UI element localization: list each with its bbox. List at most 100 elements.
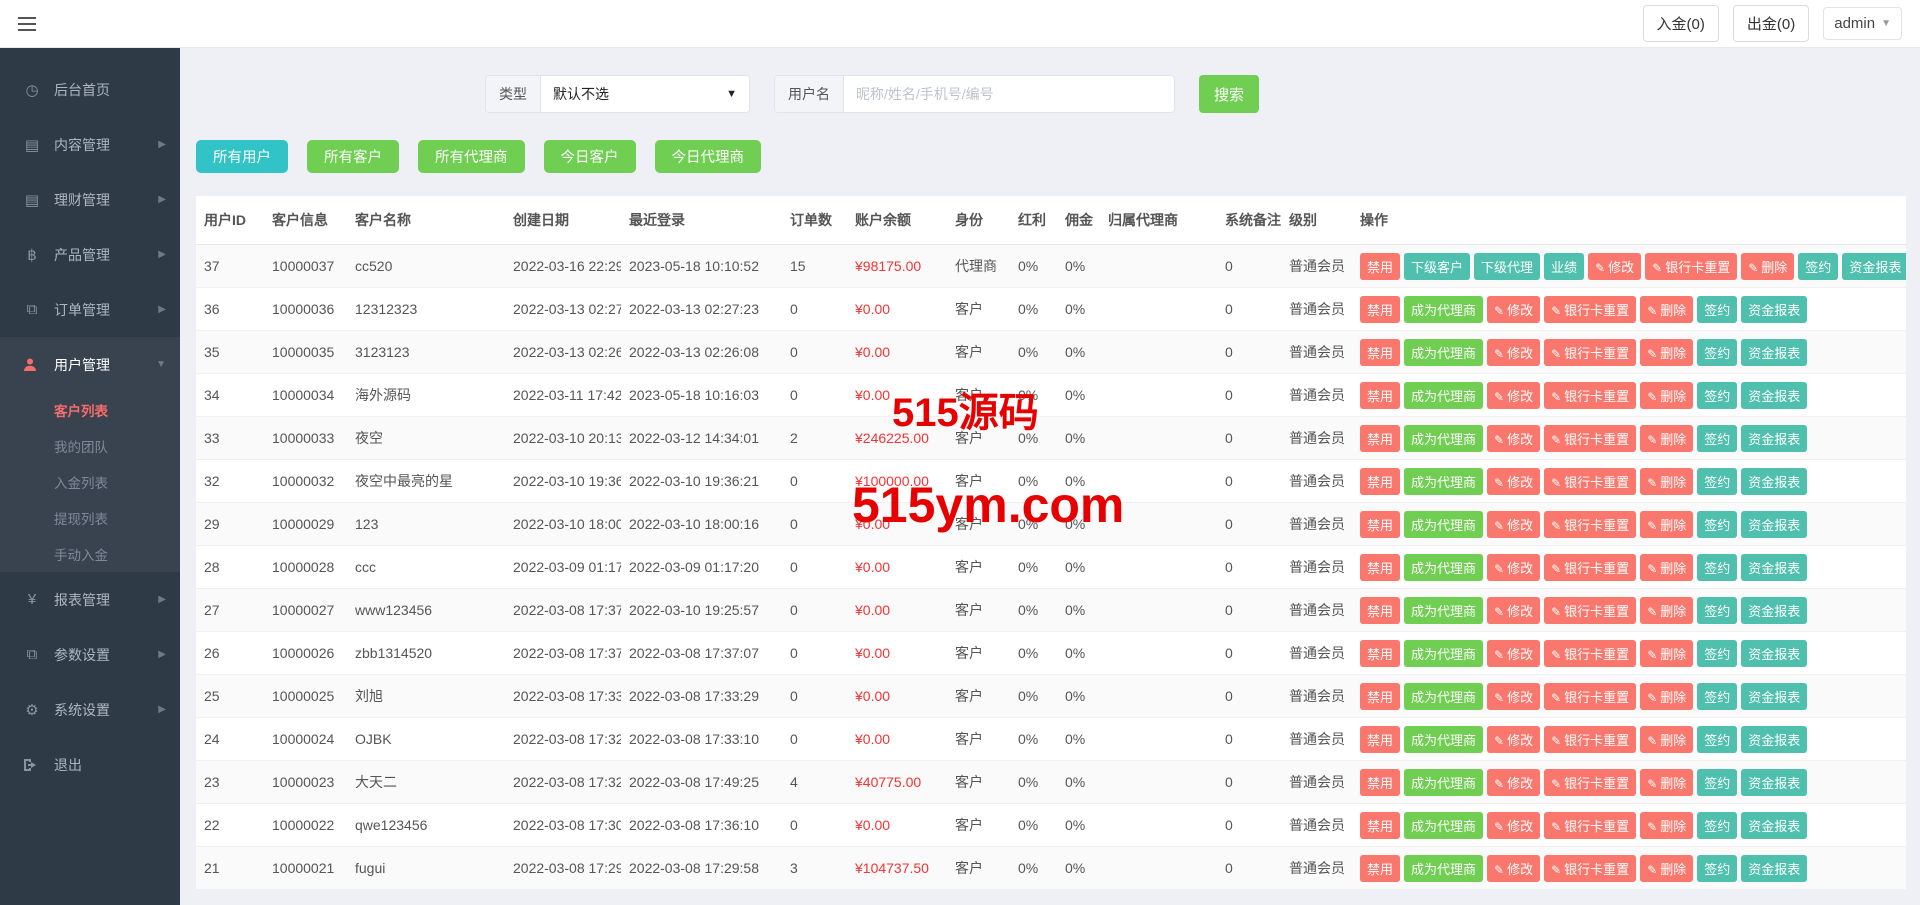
funds-report-button[interactable]: 资金报表 xyxy=(1741,339,1807,366)
quick-filter-button-0[interactable]: 所有用户 xyxy=(196,140,288,173)
funds-report-button[interactable]: 资金报表 xyxy=(1741,683,1807,710)
sign-button[interactable]: 签约 xyxy=(1697,339,1737,366)
bankcard-reset-button[interactable]: ✎银行卡重置 xyxy=(1544,726,1636,753)
delete-button[interactable]: ✎删除 xyxy=(1640,769,1693,796)
sign-button[interactable]: 签约 xyxy=(1697,769,1737,796)
username-input[interactable] xyxy=(844,76,1174,112)
quick-filter-button-1[interactable]: 所有客户 xyxy=(307,140,399,173)
bankcard-reset-button[interactable]: ✎银行卡重置 xyxy=(1544,683,1636,710)
funds-report-button[interactable]: 资金报表 xyxy=(1741,296,1807,323)
sign-button[interactable]: 签约 xyxy=(1697,382,1737,409)
become-agent-button[interactable]: 成为代理商 xyxy=(1404,296,1483,323)
sidebar-item-products[interactable]: ฿ 产品管理 ▶ xyxy=(0,227,180,282)
edit-button[interactable]: ✎修改 xyxy=(1487,382,1540,409)
become-agent-button[interactable]: 成为代理商 xyxy=(1404,769,1483,796)
disable-button[interactable]: 禁用 xyxy=(1360,554,1400,581)
delete-button[interactable]: ✎删除 xyxy=(1640,726,1693,753)
funds-report-button[interactable]: 资金报表 xyxy=(1741,726,1807,753)
funds-report-button[interactable]: 资金报表 xyxy=(1842,253,1906,280)
sidebar-item-users[interactable]: 用户管理 ▼ xyxy=(0,337,180,392)
sidebar-item-withdraw-list[interactable]: 提现列表 xyxy=(0,500,180,536)
sidebar-item-logout[interactable]: 退出 xyxy=(0,737,180,792)
become-agent-button[interactable]: 成为代理商 xyxy=(1404,597,1483,624)
disable-button[interactable]: 禁用 xyxy=(1360,425,1400,452)
bankcard-reset-button[interactable]: ✎银行卡重置 xyxy=(1544,769,1636,796)
sign-button[interactable]: 签约 xyxy=(1697,855,1737,882)
delete-button[interactable]: ✎删除 xyxy=(1640,640,1693,667)
bankcard-reset-button[interactable]: ✎银行卡重置 xyxy=(1544,640,1636,667)
delete-button[interactable]: ✎删除 xyxy=(1640,597,1693,624)
sidebar-item-client-list[interactable]: 客户列表 xyxy=(0,392,180,428)
bankcard-reset-button[interactable]: ✎银行卡重置 xyxy=(1645,253,1737,280)
edit-button[interactable]: ✎修改 xyxy=(1487,339,1540,366)
sign-button[interactable]: 签约 xyxy=(1697,726,1737,753)
sign-button[interactable]: 签约 xyxy=(1697,425,1737,452)
edit-button[interactable]: ✎修改 xyxy=(1487,640,1540,667)
type-select[interactable]: 默认不选 ▼ xyxy=(541,76,749,112)
bankcard-reset-button[interactable]: ✎银行卡重置 xyxy=(1544,468,1636,495)
bankcard-reset-button[interactable]: ✎银行卡重置 xyxy=(1544,425,1636,452)
admin-dropdown[interactable]: admin ▼ xyxy=(1823,7,1902,40)
sidebar-item-orders[interactable]: ⧉ 订单管理 ▶ xyxy=(0,282,180,337)
sign-button[interactable]: 签约 xyxy=(1697,597,1737,624)
sidebar-item-my-team[interactable]: 我的团队 xyxy=(0,428,180,464)
sidebar-item-manual-deposit[interactable]: 手动入金 xyxy=(0,536,180,572)
edit-button[interactable]: ✎修改 xyxy=(1487,769,1540,796)
edit-button[interactable]: ✎修改 xyxy=(1487,511,1540,538)
disable-button[interactable]: 禁用 xyxy=(1360,726,1400,753)
search-button[interactable]: 搜索 xyxy=(1199,75,1259,113)
sign-button[interactable]: 签约 xyxy=(1697,640,1737,667)
edit-button[interactable]: ✎修改 xyxy=(1487,425,1540,452)
disable-button[interactable]: 禁用 xyxy=(1360,683,1400,710)
funds-report-button[interactable]: 资金报表 xyxy=(1741,425,1807,452)
edit-button[interactable]: ✎修改 xyxy=(1487,726,1540,753)
become-agent-button[interactable]: 成为代理商 xyxy=(1404,339,1483,366)
sub-clients-button[interactable]: 下级客户 xyxy=(1404,253,1470,280)
funds-report-button[interactable]: 资金报表 xyxy=(1741,511,1807,538)
quick-filter-button-4[interactable]: 今日代理商 xyxy=(655,140,762,173)
sign-button[interactable]: 签约 xyxy=(1697,554,1737,581)
funds-report-button[interactable]: 资金报表 xyxy=(1741,769,1807,796)
deposit-button[interactable]: 入金(0) xyxy=(1643,5,1719,42)
sign-button[interactable]: 签约 xyxy=(1697,812,1737,839)
delete-button[interactable]: ✎删除 xyxy=(1640,468,1693,495)
sidebar-item-content[interactable]: ▤ 内容管理 ▶ xyxy=(0,117,180,172)
edit-button[interactable]: ✎修改 xyxy=(1487,855,1540,882)
bankcard-reset-button[interactable]: ✎银行卡重置 xyxy=(1544,296,1636,323)
edit-button[interactable]: ✎修改 xyxy=(1487,468,1540,495)
quick-filter-button-3[interactable]: 今日客户 xyxy=(544,140,636,173)
delete-button[interactable]: ✎删除 xyxy=(1640,554,1693,581)
funds-report-button[interactable]: 资金报表 xyxy=(1741,468,1807,495)
bankcard-reset-button[interactable]: ✎银行卡重置 xyxy=(1544,812,1636,839)
disable-button[interactable]: 禁用 xyxy=(1360,640,1400,667)
bankcard-reset-button[interactable]: ✎银行卡重置 xyxy=(1544,855,1636,882)
edit-button[interactable]: ✎修改 xyxy=(1588,253,1641,280)
sign-button[interactable]: 签约 xyxy=(1798,253,1838,280)
delete-button[interactable]: ✎删除 xyxy=(1640,296,1693,323)
delete-button[interactable]: ✎删除 xyxy=(1640,339,1693,366)
become-agent-button[interactable]: 成为代理商 xyxy=(1404,683,1483,710)
disable-button[interactable]: 禁用 xyxy=(1360,511,1400,538)
become-agent-button[interactable]: 成为代理商 xyxy=(1404,425,1483,452)
disable-button[interactable]: 禁用 xyxy=(1360,296,1400,323)
withdraw-button[interactable]: 出金(0) xyxy=(1733,5,1809,42)
edit-button[interactable]: ✎修改 xyxy=(1487,683,1540,710)
disable-button[interactable]: 禁用 xyxy=(1360,253,1400,280)
hamburger-menu-icon[interactable] xyxy=(18,11,44,37)
sidebar-item-deposit-list[interactable]: 入金列表 xyxy=(0,464,180,500)
edit-button[interactable]: ✎修改 xyxy=(1487,296,1540,323)
edit-button[interactable]: ✎修改 xyxy=(1487,597,1540,624)
sidebar-item-parameters[interactable]: ⧉ 参数设置 ▶ xyxy=(0,627,180,682)
disable-button[interactable]: 禁用 xyxy=(1360,769,1400,796)
disable-button[interactable]: 禁用 xyxy=(1360,382,1400,409)
become-agent-button[interactable]: 成为代理商 xyxy=(1404,382,1483,409)
become-agent-button[interactable]: 成为代理商 xyxy=(1404,726,1483,753)
disable-button[interactable]: 禁用 xyxy=(1360,812,1400,839)
delete-button[interactable]: ✎删除 xyxy=(1640,683,1693,710)
delete-button[interactable]: ✎删除 xyxy=(1640,855,1693,882)
sign-button[interactable]: 签约 xyxy=(1697,296,1737,323)
delete-button[interactable]: ✎删除 xyxy=(1640,511,1693,538)
delete-button[interactable]: ✎删除 xyxy=(1640,425,1693,452)
disable-button[interactable]: 禁用 xyxy=(1360,468,1400,495)
disable-button[interactable]: 禁用 xyxy=(1360,339,1400,366)
